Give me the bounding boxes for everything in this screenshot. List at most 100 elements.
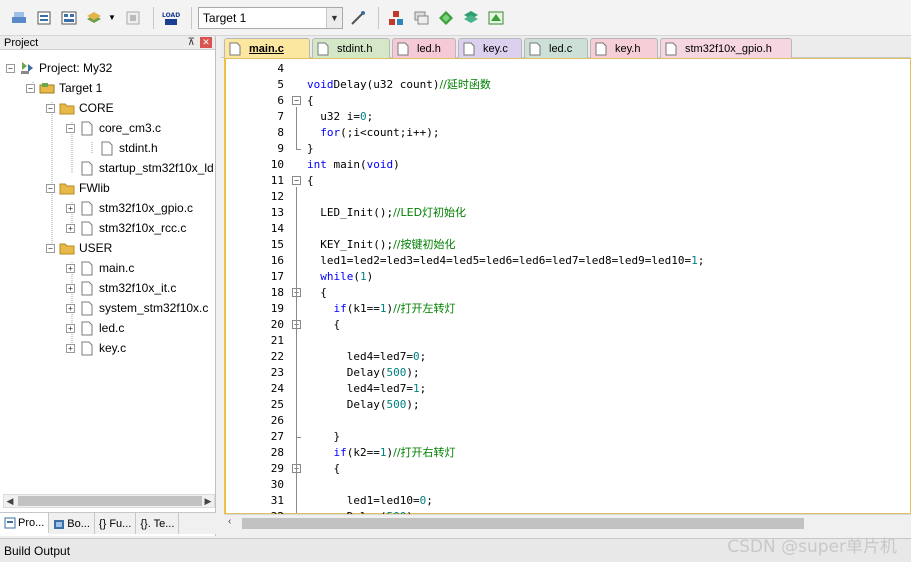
editor-hscroll[interactable]: ‹ bbox=[224, 514, 911, 530]
pin-icon[interactable]: ⊼ bbox=[188, 37, 195, 48]
code-line: 11−{ bbox=[226, 173, 906, 189]
code-token: //延时函数 bbox=[439, 78, 491, 91]
code-token: 0 bbox=[412, 350, 420, 363]
collapse-icon[interactable]: − bbox=[6, 63, 15, 73]
line-number: 24 bbox=[270, 382, 284, 395]
tree-item[interactable]: − Project: My32 bbox=[6, 58, 112, 78]
tab-label: led.c bbox=[549, 42, 573, 55]
expand-icon[interactable]: + bbox=[66, 303, 75, 313]
code-line: 4 bbox=[226, 61, 906, 77]
tree-item-label: stdint.h bbox=[119, 141, 158, 155]
tree-item[interactable]: + stm32f10x_it.c bbox=[66, 278, 176, 298]
line-number: 29 bbox=[270, 462, 284, 475]
code-line: 18− { bbox=[226, 285, 906, 301]
tab-books[interactable]: Bo... bbox=[49, 513, 95, 534]
pack-installer-icon[interactable] bbox=[435, 7, 457, 29]
batch-build-icon[interactable] bbox=[83, 7, 105, 29]
tab-led-h[interactable]: led.h bbox=[392, 38, 456, 58]
scroll-thumb[interactable] bbox=[18, 496, 202, 506]
fold-end-marker bbox=[296, 149, 301, 150]
code-text: led1=led2=led3=led4=led5=led6=led6=led7=… bbox=[307, 253, 704, 269]
collapse-icon[interactable]: − bbox=[46, 243, 55, 253]
expand-icon[interactable]: + bbox=[66, 283, 75, 293]
tab-stdint-h[interactable]: stdint.h bbox=[312, 38, 390, 58]
code-editor[interactable]: 4 5 voidDelay(u32 count)//延时函数 6−{7 u32 i=0… bbox=[224, 58, 911, 523]
tree-item[interactable]: − core_cm3.c bbox=[66, 118, 161, 138]
line-number: 31 bbox=[270, 494, 284, 507]
tab-led-c[interactable]: led.c bbox=[524, 38, 588, 58]
code-token: 1 bbox=[691, 254, 698, 267]
fold-icon[interactable]: − bbox=[292, 176, 301, 185]
build-icon[interactable] bbox=[33, 7, 55, 29]
collapse-icon[interactable]: − bbox=[66, 123, 75, 133]
scroll-right-icon[interactable]: ▶ bbox=[202, 496, 214, 507]
expand-icon[interactable]: + bbox=[66, 223, 75, 233]
tab-templates[interactable]: {}. Te... bbox=[136, 513, 180, 534]
run-time-environment-icon[interactable] bbox=[485, 7, 507, 29]
project-tree-hscroll[interactable]: ◀ ▶ bbox=[3, 494, 215, 508]
target-select[interactable]: Target 1 ▼ bbox=[197, 6, 343, 29]
code-line: 24 led4=led7=1; bbox=[226, 381, 906, 397]
tree-item[interactable]: − Target 1 bbox=[26, 78, 102, 98]
select-packs-icon[interactable] bbox=[460, 7, 482, 29]
tree-item[interactable]: − USER bbox=[46, 238, 112, 258]
target-options-icon[interactable] bbox=[347, 7, 369, 29]
expand-icon[interactable]: + bbox=[66, 323, 75, 333]
tree-item[interactable]: + key.c bbox=[66, 338, 126, 358]
collapse-icon[interactable]: − bbox=[46, 183, 55, 193]
expand-icon[interactable]: + bbox=[66, 263, 75, 273]
rebuild-icon[interactable] bbox=[58, 7, 80, 29]
fold-icon[interactable]: − bbox=[292, 96, 301, 105]
editor-tab-bar: main.c stdint.h led.h key.c led.c key.h stm32f… bbox=[221, 36, 911, 58]
tab-project[interactable]: Pro... bbox=[0, 513, 50, 534]
tab-main-c[interactable]: main.c bbox=[224, 38, 310, 58]
manage-components-icon[interactable] bbox=[385, 7, 407, 29]
tab-key-h[interactable]: key.h bbox=[590, 38, 658, 58]
code-token: ); bbox=[406, 398, 420, 411]
tab-functions[interactable]: {} Fu... bbox=[95, 513, 137, 534]
code-token: (k2== bbox=[346, 446, 380, 459]
tree-item[interactable]: + stm32f10x_gpio.c bbox=[66, 198, 193, 218]
tree-item[interactable]: + system_stm32f10x.c bbox=[66, 298, 208, 318]
fold-guide bbox=[296, 107, 297, 149]
download-icon[interactable]: LOAD bbox=[160, 7, 182, 29]
tab-key-c[interactable]: key.c bbox=[458, 38, 522, 58]
toolbar-separator bbox=[152, 6, 154, 29]
tree-item[interactable]: + led.c bbox=[66, 318, 124, 338]
chevron-down-icon[interactable]: ▼ bbox=[108, 13, 116, 22]
code-token: while bbox=[320, 270, 354, 283]
tree-item[interactable]: − FWlib bbox=[46, 178, 110, 198]
stop-build-icon[interactable] bbox=[122, 7, 144, 29]
file-icon bbox=[79, 320, 95, 336]
expand-icon[interactable]: + bbox=[66, 343, 75, 353]
code-token: 1 bbox=[379, 302, 387, 315]
scroll-left-icon[interactable]: ◀ bbox=[4, 496, 16, 507]
books-tab-icon bbox=[54, 519, 65, 529]
file-icon bbox=[79, 280, 95, 296]
tab-stm32f10x-gpio-h[interactable]: stm32f10x_gpio.h bbox=[660, 38, 792, 58]
tree-item[interactable]: + stm32f10x_rcc.c bbox=[66, 218, 186, 238]
tree-item[interactable]: startup_stm32f10x_ld bbox=[66, 158, 214, 178]
code-token: void bbox=[307, 78, 334, 91]
chevron-down-icon[interactable]: ▼ bbox=[325, 7, 342, 28]
tab-label: key.h bbox=[615, 42, 641, 55]
tree-item[interactable]: − CORE bbox=[46, 98, 114, 118]
tree-item[interactable]: stdint.h bbox=[86, 138, 158, 158]
file-extensions-icon[interactable] bbox=[410, 7, 432, 29]
folder-icon bbox=[59, 180, 75, 196]
code-text: Delay(500); bbox=[307, 397, 420, 413]
line-number: 25 bbox=[270, 398, 284, 411]
scroll-thumb[interactable] bbox=[242, 518, 804, 529]
line-number: 30 bbox=[270, 478, 284, 491]
close-icon[interactable]: ✕ bbox=[200, 37, 212, 48]
translate-icon[interactable] bbox=[8, 7, 30, 29]
code-token: main( bbox=[326, 158, 367, 171]
code-line: 25 Delay(500); bbox=[226, 397, 906, 413]
collapse-icon[interactable]: − bbox=[46, 103, 55, 113]
scroll-left-icon[interactable]: ‹ bbox=[228, 516, 231, 527]
tree-item[interactable]: + main.c bbox=[66, 258, 134, 278]
collapse-icon[interactable]: − bbox=[26, 83, 35, 93]
expand-icon[interactable]: + bbox=[66, 203, 75, 213]
tree-item-label: core_cm3.c bbox=[99, 121, 162, 135]
file-icon bbox=[463, 42, 475, 56]
